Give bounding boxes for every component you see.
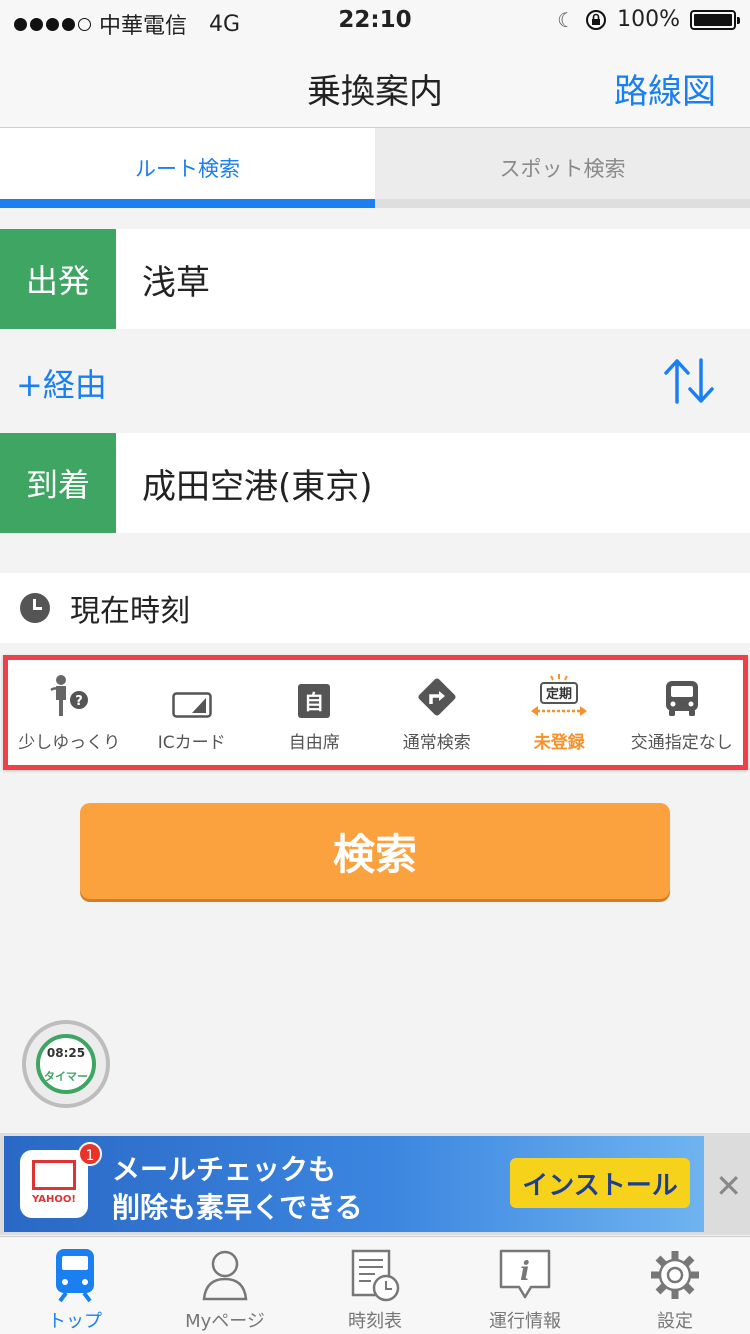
timer-ring-icon [36,1034,96,1094]
train-icon [56,1249,94,1303]
ad-container: YAHOO! 1 メールチェックも 削除も素早くできる インストール ✕ [0,1133,750,1235]
add-via-button[interactable]: +経由 [16,360,107,406]
option-label: 通常検索 [402,733,471,753]
search-tabs: ルート検索 スポット検索 [0,128,750,208]
tab-route-search[interactable]: ルート検索 [0,128,375,208]
ad-headline-2: 削除も素早くできる [112,1191,363,1224]
ad-install-button[interactable]: インストール [510,1158,690,1208]
svg-text:定期: 定期 [545,686,572,702]
notification-badge: 1 [78,1142,102,1166]
option-label: 交通指定なし [630,733,733,753]
arrival-label: 到着 [0,433,116,533]
time-setting-label: 現在時刻 [70,594,190,629]
battery-percent: 100% [617,7,680,32]
via-row: +経由 [0,330,750,432]
bottom-tab-bar: トップ Myページ 時刻表 i 運行情報 設定 [0,1236,750,1334]
option-walking-speed[interactable]: ? 少しゆっくり [8,660,131,765]
tabbar-item-top[interactable]: トップ [0,1237,150,1334]
option-label: 未登録 [533,733,585,753]
svg-text:i: i [520,1257,530,1287]
rotation-lock-icon [586,9,607,30]
status-bar: 中華電信 4G 22:10 ☾ 100% [0,0,750,40]
option-label: ICカード [157,733,226,753]
option-ic-card[interactable]: ICカード [131,660,254,765]
route-map-link[interactable]: 路線図 [614,64,716,113]
envelope-icon [32,1160,76,1190]
tab-spot-search[interactable]: スポット検索 [375,128,750,208]
svg-text:?: ? [75,694,83,709]
svg-text:自: 自 [304,690,324,714]
tabbar-item-settings[interactable]: 設定 [600,1237,750,1334]
option-commuter-pass[interactable]: 定期 未登録 [498,660,621,765]
route-sign-icon [418,678,456,716]
seat-icon: 自 [298,684,331,718]
moon-icon: ☾ [557,7,576,32]
tabbar-label: 時刻表 [348,1311,402,1332]
battery-icon [690,9,740,30]
arrival-row[interactable]: 到着 成田空港(東京) [0,433,750,533]
person-icon [202,1250,248,1301]
clock-icon [20,593,50,623]
tabbar-label: Myページ [185,1311,265,1332]
close-icon[interactable]: ✕ [715,1167,742,1205]
commuter-pass-icon: 定期 [531,674,588,716]
walking-speed-icon: ? [50,675,89,716]
timer-button[interactable]: 08:25 タイマー [22,1020,110,1108]
bus-icon [665,681,698,716]
departure-station[interactable]: 浅草 [116,229,210,329]
tabbar-item-timetable[interactable]: 時刻表 [300,1237,450,1334]
search-button[interactable]: 検索 [80,803,670,899]
search-options-bar: ? 少しゆっくり ICカード 自 自由席 通常検索 定期 未登録 交通指定なし [3,655,748,770]
timetable-icon [351,1249,400,1302]
ic-card-icon [172,692,212,718]
option-normal-search[interactable]: 通常検索 [376,660,499,765]
timer-label: タイマー [44,1070,88,1083]
option-label: 自由席 [288,733,340,753]
tabbar-item-service-info[interactable]: i 運行情報 [450,1237,600,1334]
ad-headline-1: メールチェックも [112,1153,337,1186]
timer-time: 08:25 [46,1046,86,1060]
option-label: 少しゆっくり [18,733,121,753]
ad-banner[interactable]: YAHOO! 1 メールチェックも 削除も素早くできる インストール [4,1136,704,1232]
departure-time-row[interactable]: 現在時刻 [0,573,750,643]
tabbar-label: 運行情報 [489,1311,561,1332]
status-right: ☾ 100% [557,7,740,32]
departure-label: 出発 [0,229,116,329]
mail-app-icon: YAHOO! [20,1150,88,1218]
ad-logo-text: YAHOO! [32,1194,76,1205]
arrival-station[interactable]: 成田空港(東京) [116,433,373,533]
tabbar-label: 設定 [657,1311,693,1332]
gear-icon [651,1251,699,1299]
option-seat[interactable]: 自 自由席 [253,660,376,765]
tabbar-item-mypage[interactable]: Myページ [150,1237,300,1334]
info-icon: i [499,1249,551,1299]
tabbar-label: トップ [48,1311,102,1332]
swap-stations-icon[interactable] [662,356,716,406]
option-transport[interactable]: 交通指定なし [621,660,744,765]
nav-bar: 乗換案内 路線図 [0,40,750,128]
departure-row[interactable]: 出発 浅草 [0,229,750,329]
